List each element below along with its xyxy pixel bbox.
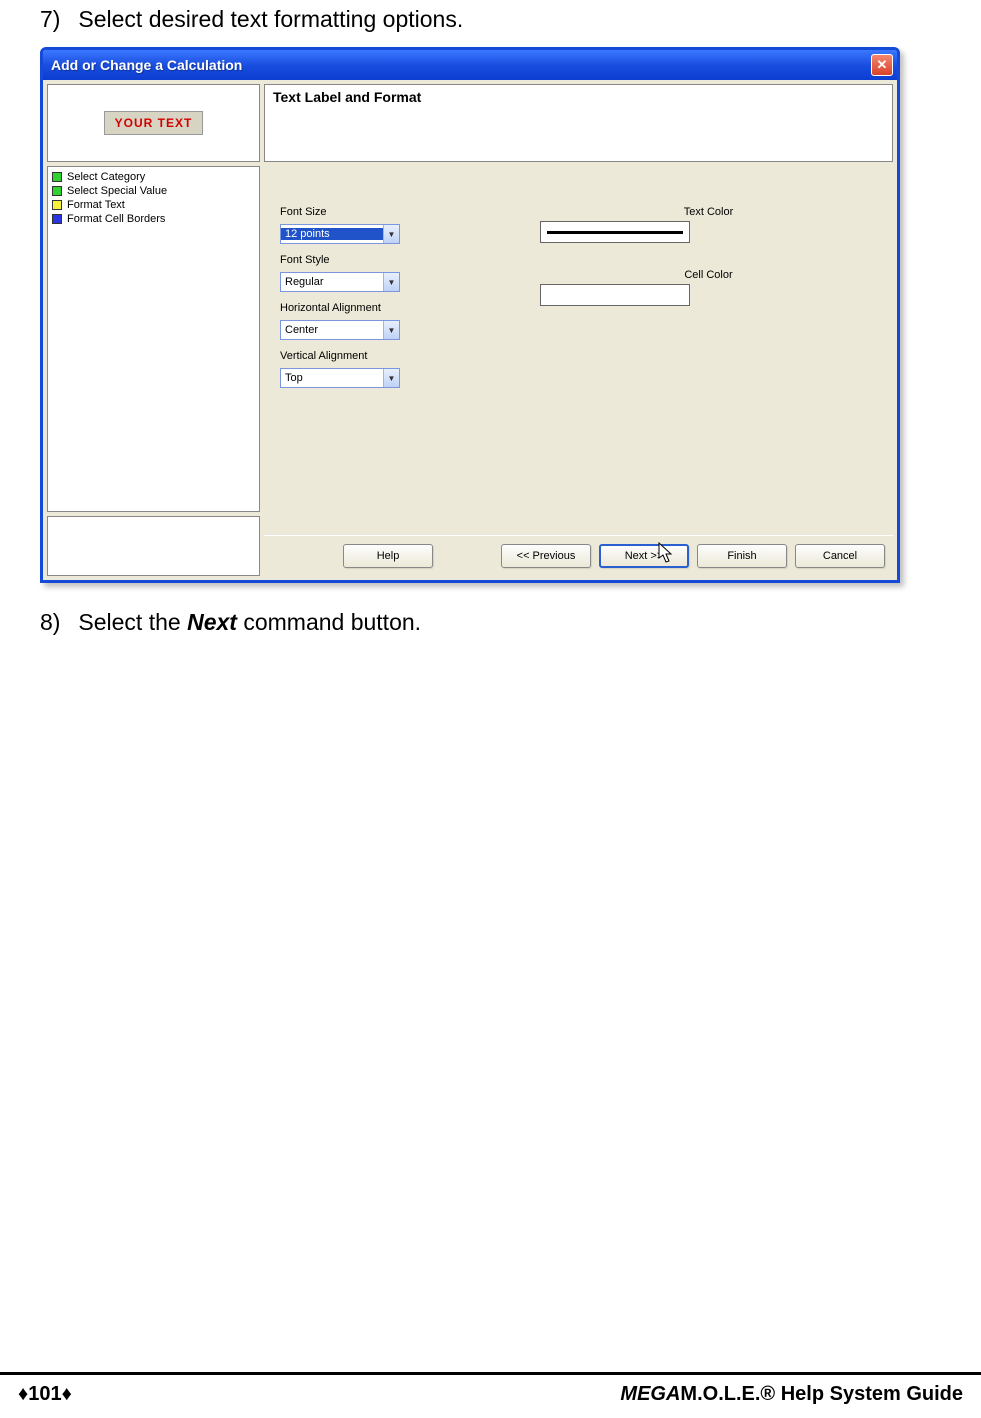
footer-brand: MEGAM.O.L.E.® Help System Guide <box>620 1383 963 1406</box>
close-icon: ✕ <box>877 57 888 73</box>
font-style-label: Font Style <box>280 254 480 266</box>
square-icon <box>52 172 62 182</box>
wizard-left-column: YOUR TEXT Select Category Select Special… <box>47 84 260 576</box>
finish-button[interactable]: Finish <box>697 544 787 568</box>
halign-dropdown[interactable]: Center ▼ <box>280 320 400 340</box>
wizard-step-select-special-value[interactable]: Select Special Value <box>52 184 255 198</box>
cancel-button[interactable]: Cancel <box>795 544 885 568</box>
dialog-body: YOUR TEXT Select Category Select Special… <box>43 80 897 580</box>
font-style-dropdown[interactable]: Regular ▼ <box>280 272 400 292</box>
dialog-window: Add or Change a Calculation ✕ YOUR TEXT … <box>40 47 900 583</box>
panel-title: Text Label and Format <box>264 84 893 162</box>
text-color-label: Text Color <box>540 206 877 218</box>
footer-brand-italic: MEGA <box>620 1383 680 1405</box>
valign-value: Top <box>281 372 383 384</box>
wizard-step-label: Select Category <box>67 171 145 183</box>
step-7-num: 7) <box>40 6 72 33</box>
wizard-step-label: Select Special Value <box>67 185 167 197</box>
wizard-right-column: Text Label and Format Font Size 12 point… <box>264 84 893 576</box>
square-icon <box>52 186 62 196</box>
step-8-pre: Select the <box>78 609 187 635</box>
preview-box: YOUR TEXT <box>47 84 260 162</box>
titlebar-text: Add or Change a Calculation <box>51 57 871 73</box>
cell-color-label: Cell Color <box>540 269 877 281</box>
step-7-text: Select desired text formatting options. <box>78 6 463 32</box>
footer-brand-rest: M.O.L.E.® Help System Guide <box>680 1383 963 1405</box>
step-8: 8) Select the Next command button. <box>40 609 951 636</box>
halign-label: Horizontal Alignment <box>280 302 480 314</box>
form-area: Font Size 12 points ▼ Font Style Regular… <box>264 162 893 535</box>
font-style-value: Regular <box>281 276 383 288</box>
halign-value: Center <box>281 324 383 336</box>
step-7: 7) Select desired text formatting option… <box>40 6 951 33</box>
chevron-down-icon: ▼ <box>383 369 399 387</box>
font-size-label: Font Size <box>280 206 480 218</box>
square-icon <box>52 214 62 224</box>
wizard-steps-list: Select Category Select Special Value For… <box>47 166 260 512</box>
chevron-down-icon: ▼ <box>383 273 399 291</box>
valign-dropdown[interactable]: Top ▼ <box>280 368 400 388</box>
wizard-step-format-cell-borders[interactable]: Format Cell Borders <box>52 212 255 226</box>
valign-label: Vertical Alignment <box>280 350 480 362</box>
wizard-step-select-category[interactable]: Select Category <box>52 170 255 184</box>
page-number: ♦101♦ <box>18 1383 72 1406</box>
preview-text-chip: YOUR TEXT <box>104 111 204 135</box>
close-button[interactable]: ✕ <box>871 54 893 76</box>
step-8-post: command button. <box>237 609 421 635</box>
cell-color-swatch[interactable] <box>540 284 690 306</box>
step-8-bold: Next <box>187 609 237 635</box>
wizard-description-box <box>47 516 260 576</box>
step-8-num: 8) <box>40 609 72 636</box>
form-left-group: Font Size 12 points ▼ Font Style Regular… <box>280 202 480 525</box>
previous-button[interactable]: << Previous <box>501 544 591 568</box>
chevron-down-icon: ▼ <box>383 321 399 339</box>
page-footer: ♦101♦ MEGAM.O.L.E.® Help System Guide <box>0 1372 981 1406</box>
square-icon <box>52 200 62 210</box>
button-bar: Help << Previous Next >> Finish Cancel <box>264 535 893 576</box>
font-size-dropdown[interactable]: 12 points ▼ <box>280 224 400 244</box>
text-color-swatch[interactable] <box>540 221 690 243</box>
titlebar[interactable]: Add or Change a Calculation ✕ <box>43 50 897 80</box>
wizard-step-label: Format Text <box>67 199 125 211</box>
chevron-down-icon: ▼ <box>383 225 399 243</box>
next-button[interactable]: Next >> <box>599 544 689 568</box>
wizard-step-format-text[interactable]: Format Text <box>52 198 255 212</box>
form-right-group: Text Color Cell Color <box>540 202 877 525</box>
help-button[interactable]: Help <box>343 544 433 568</box>
font-size-value: 12 points <box>281 228 383 240</box>
wizard-step-label: Format Cell Borders <box>67 213 165 225</box>
